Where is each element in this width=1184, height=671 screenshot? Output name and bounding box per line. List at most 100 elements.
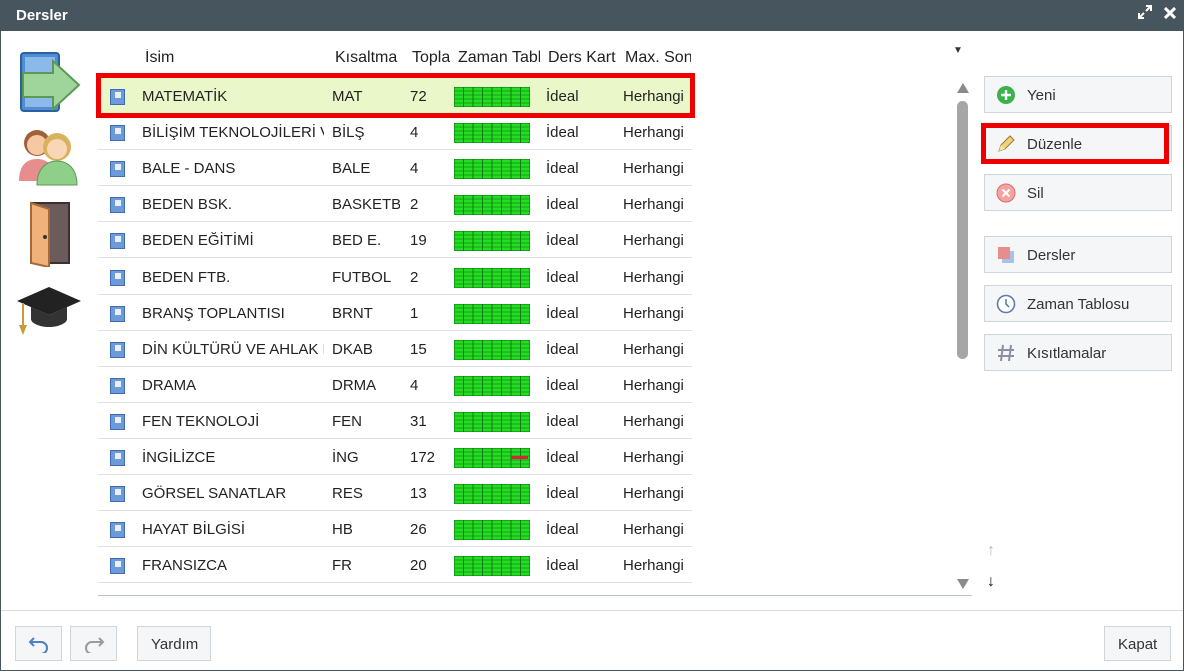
cell-name: İNGİLİZCE	[142, 449, 216, 466]
help-button[interactable]: Yardım	[137, 626, 211, 661]
delete-button-label: Sil	[1027, 185, 1044, 202]
clock-icon	[996, 294, 1016, 314]
book-icon	[110, 305, 125, 322]
table-row[interactable]: FEN TEKNOLOJİ FEN 31 İdeal Herhangi	[98, 403, 692, 439]
dersler-window: Dersler İsim Kısaltma Topla Zaman Tabl D…	[0, 0, 1184, 671]
scroll-up-icon[interactable]	[957, 83, 969, 93]
cell-total: 2	[410, 268, 419, 286]
cell-cards: İdeal	[546, 124, 579, 142]
table-row[interactable]: GÖRSEL SANATLAR RES 13 İdeal Herhangi	[98, 475, 692, 512]
col-header-cards[interactable]: Ders Kartları	[548, 49, 616, 67]
maximize-icon[interactable]	[1135, 5, 1155, 25]
cell-max: Herhangi	[623, 521, 684, 539]
timetable-mini-grid	[454, 448, 530, 468]
title-bar: Dersler	[1, 1, 1183, 31]
col-header-name[interactable]: İsim	[145, 49, 325, 67]
cell-max: Herhangi	[623, 449, 684, 466]
hash-icon	[998, 344, 1014, 362]
move-up-icon[interactable]: ↑	[987, 542, 995, 560]
table-row[interactable]: BEDEN EĞİTİMİ BED E. 19 İdeal Herhangi	[98, 222, 692, 259]
sort-caret-icon[interactable]: ▼	[953, 45, 963, 56]
new-button[interactable]: Yeni	[984, 76, 1172, 113]
table-row[interactable]: MATEMATİK MAT 72 İdeal Herhangi	[98, 78, 692, 114]
table-row[interactable]: DİN KÜLTÜRÜ VE AHLAK BİLGİSİ DKAB 15 İdeal H…	[98, 331, 692, 367]
cell-name: BEDEN EĞİTİMİ	[142, 232, 254, 250]
cell-total: 26	[410, 521, 427, 539]
cell-cards: İdeal	[546, 521, 579, 539]
close-icon[interactable]	[1160, 5, 1180, 25]
arrow-book-icon[interactable]	[13, 49, 85, 117]
undo-icon	[28, 637, 48, 653]
help-button-label: Yardım	[151, 636, 199, 653]
scroll-down-icon[interactable]	[957, 579, 969, 589]
cell-short: HB	[332, 521, 353, 539]
cell-name: MATEMATİK	[142, 88, 228, 105]
timetable-mini-grid	[454, 231, 530, 252]
graduation-cap-icon[interactable]	[13, 277, 85, 345]
cell-total: 1	[410, 304, 419, 322]
cell-cards: İdeal	[546, 412, 579, 430]
timetable-mini-grid	[454, 303, 530, 324]
door-icon[interactable]	[13, 199, 85, 269]
stacked-cards-icon	[998, 247, 1014, 263]
table-row[interactable]: İNGİLİZCE İNG 172 İdeal Herhangi	[98, 439, 692, 475]
cell-cards: İdeal	[546, 557, 579, 575]
cell-max: Herhangi	[623, 268, 684, 286]
col-header-short[interactable]: Kısaltma	[335, 49, 401, 67]
col-header-timetable[interactable]: Zaman Tablosu	[458, 49, 540, 67]
timetable-mini-grid	[454, 195, 530, 216]
edit-button[interactable]: Düzenle	[984, 125, 1172, 162]
cell-short: BASKETBOL	[332, 196, 400, 214]
cell-cards: İdeal	[546, 196, 579, 214]
cell-short: BRNT	[332, 304, 373, 322]
grid-header: İsim Kısaltma Toplam Zaman Tablosu Ders …	[98, 41, 692, 75]
cell-total: 4	[410, 124, 419, 142]
plus-icon	[997, 86, 1015, 104]
cell-short: RES	[332, 485, 363, 503]
table-row[interactable]: BRANŞ TOPLANTISI BRNT 1 İdeal Herhangi	[98, 295, 692, 331]
table-row[interactable]: HAYAT BİLGİSİ HB 26 İdeal Herhangi	[98, 511, 692, 548]
scroll-thumb[interactable]	[957, 101, 968, 359]
people-icon[interactable]	[13, 123, 85, 191]
cell-name: BEDEN BSK.	[142, 196, 233, 214]
redo-button[interactable]	[70, 626, 117, 661]
col-header-total[interactable]: Toplam	[412, 49, 450, 67]
vertical-scrollbar[interactable]	[955, 83, 971, 591]
table-row[interactable]: BEDEN BSK. BASKETBOL 2 İdeal Herhangi	[98, 186, 692, 223]
subjects-button-label: Dersler	[1027, 247, 1076, 264]
book-icon	[110, 233, 125, 250]
cell-short: DRMA	[332, 376, 377, 394]
cell-total: 15	[410, 340, 427, 358]
timetable-mini-grid	[454, 339, 530, 360]
book-icon	[110, 558, 125, 575]
cell-cards: İdeal	[546, 160, 579, 178]
book-icon	[110, 413, 125, 430]
close-button[interactable]: Kapat	[1104, 626, 1171, 661]
book-icon	[110, 377, 125, 394]
table-row[interactable]: BİLİŞİM TEKNOLOJİLERİ VE YAZILIM BİLŞ 4 İde…	[98, 114, 692, 151]
cell-short: BİLŞ	[332, 124, 365, 142]
cell-max: Herhangi	[623, 485, 684, 503]
subjects-button[interactable]: Dersler	[984, 236, 1172, 273]
close-button-label: Kapat	[1118, 636, 1158, 653]
cell-total: 2	[410, 196, 419, 214]
delete-icon	[996, 183, 1016, 203]
timetable-mini-grid	[454, 87, 530, 107]
timetable-button[interactable]: Zaman Tablosu	[984, 285, 1172, 322]
move-down-icon[interactable]: ↓	[987, 573, 995, 591]
table-row[interactable]: FRANSIZCA FR 20 İdeal Herhangi	[98, 547, 692, 584]
col-header-max[interactable]: Max. Sonraki	[625, 49, 691, 67]
footer-divider	[1, 610, 1183, 611]
book-icon	[110, 341, 125, 358]
table-row[interactable]: DRAMA DRMA 4 İdeal Herhangi	[98, 367, 692, 403]
undo-button[interactable]	[15, 626, 62, 661]
cell-short: MAT	[332, 88, 363, 105]
cell-max: Herhangi	[623, 88, 684, 105]
table-row[interactable]: BEDEN FTB. FUTBOL 2 İdeal Herhangi	[98, 259, 692, 295]
delete-button[interactable]: Sil	[984, 174, 1172, 211]
constraints-button[interactable]: Kısıtlamalar	[984, 334, 1172, 371]
book-icon	[110, 450, 125, 466]
table-row[interactable]: BALE - DANS BALE 4 İdeal Herhangi	[98, 150, 692, 187]
cell-max: Herhangi	[623, 340, 684, 358]
cell-short: BALE	[332, 160, 371, 178]
